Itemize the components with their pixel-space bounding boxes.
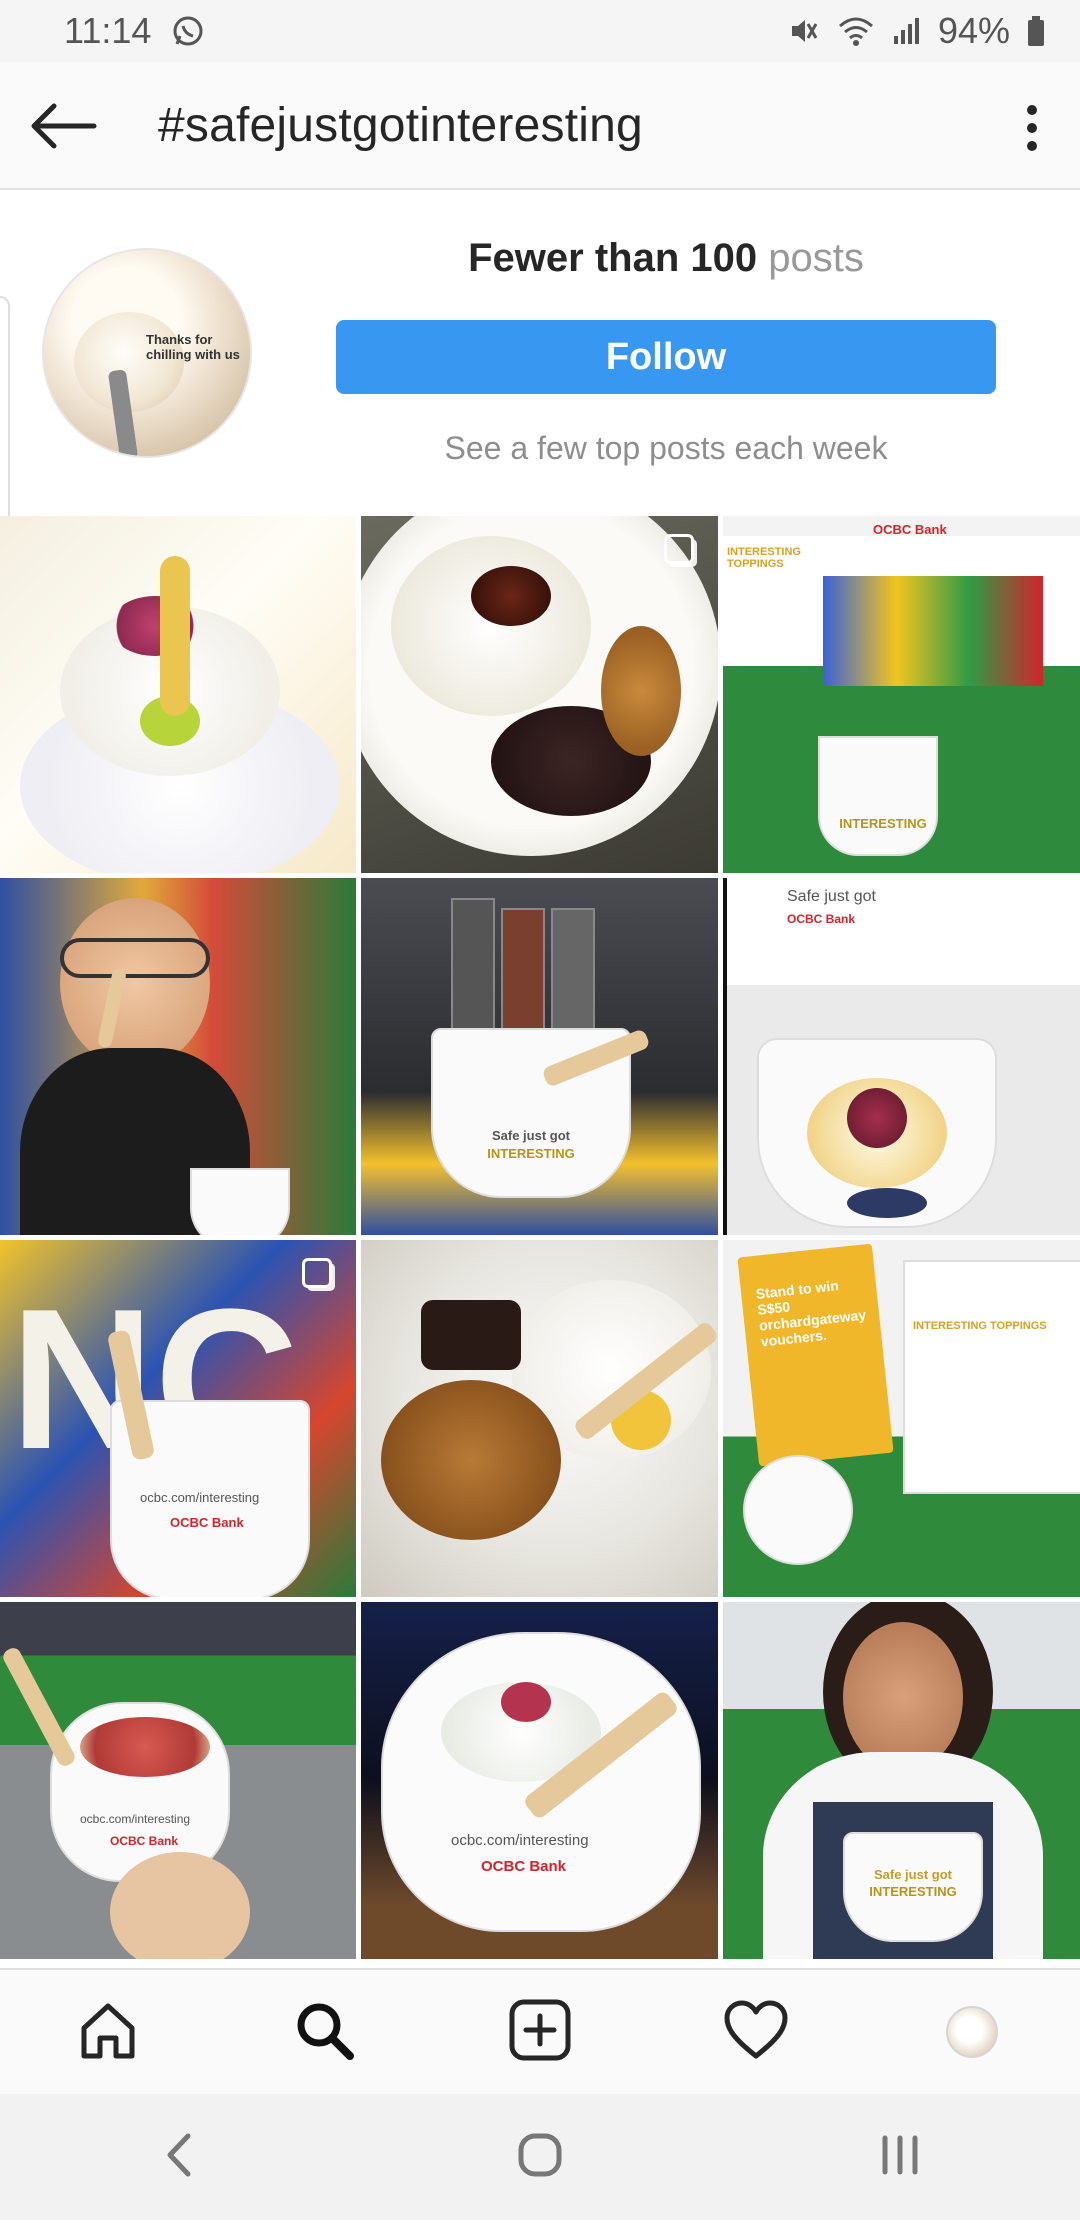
grid-post-2[interactable] [361, 516, 718, 873]
cup-label-safe: Safe just got [491, 1128, 570, 1143]
cup-url: ocbc.com/interesting [451, 1832, 589, 1849]
post-grid: INTERESTING TOPPINGS OCBC Bank INTERESTI… [0, 516, 1080, 1968]
posts-word: posts [768, 236, 864, 280]
grid-post-11[interactable]: ocbc.com/interesting OCBC Bank [361, 1602, 718, 1959]
promo-sign [737, 1243, 894, 1467]
bottom-nav [0, 1968, 1080, 2094]
hashtag-avatar[interactable]: Thanks for chilling with us [42, 248, 252, 458]
cup-url: ocbc.com/interesting [80, 1812, 191, 1826]
booth-sign: INTERESTING TOPPINGS [727, 546, 801, 570]
toppings [80, 1717, 210, 1777]
cup-label-safe: Safe just got [787, 888, 876, 905]
grid-post-10[interactable]: ocbc.com/interesting OCBC Bank [0, 1602, 356, 1959]
grid-post-4[interactable] [0, 878, 356, 1235]
woman-face [843, 1622, 963, 1772]
cherries [471, 566, 551, 626]
edge-strip [0, 296, 10, 516]
back-arrow-icon[interactable] [28, 96, 98, 156]
glasses [60, 938, 210, 978]
ice-cream-cup [818, 736, 938, 856]
profile-avatar [946, 2006, 998, 2058]
blueberries [847, 1188, 927, 1218]
child-face [60, 898, 210, 1068]
ice-cream-cup [190, 1168, 290, 1235]
bank-logo: OCBC Bank [170, 1515, 244, 1530]
grid-post-9[interactable]: Stand to win S$50 orchardgateway voucher… [723, 1240, 1080, 1597]
ice-cream-cup [381, 1632, 701, 1932]
wifi-icon [836, 14, 876, 48]
grid-post-12[interactable]: Safe just got INTERESTING [723, 1602, 1080, 1959]
promo-sign-text: Stand to win S$50 orchardgateway voucher… [754, 1277, 867, 1350]
more-vertical-icon[interactable] [1022, 98, 1042, 158]
cup-url: ocbc.com/interesting [140, 1490, 260, 1505]
status-time: 11:14 [64, 10, 152, 51]
wooden-spoon [0, 1645, 78, 1769]
booth-sign: INTERESTING TOPPINGS [913, 1320, 1047, 1332]
avatar-caption: Thanks for chilling with us [146, 332, 240, 362]
dispenser [451, 898, 495, 1042]
bank-logo: OCBC Bank [787, 912, 856, 926]
grid-post-7[interactable]: NC ocbc.com/interesting OCBC Bank [0, 1240, 356, 1597]
multiple-photos-icon [302, 1258, 332, 1288]
caramel-drizzle [160, 556, 190, 716]
hand [110, 1852, 250, 1959]
top-posts-hint: See a few top posts each week [444, 430, 888, 466]
nav-profile[interactable] [864, 1970, 1080, 2094]
grid-post-1[interactable] [0, 516, 356, 873]
follow-button[interactable]: Follow [336, 320, 996, 394]
booth-board [903, 1260, 1080, 1494]
system-recents-button[interactable] [720, 2130, 1080, 2185]
top-app-bar: #safejustgotinteresting [0, 62, 1080, 190]
grid-post-5[interactable]: Safe just got INTERESTING [361, 878, 718, 1235]
cup-label-safe: Safe just got [873, 1867, 952, 1882]
brown-sugar-crumble [381, 1380, 561, 1540]
battery-icon [1026, 14, 1046, 48]
ice-cream-scoop [391, 536, 591, 716]
nav-add-post[interactable] [432, 1970, 648, 2094]
cup-label-interesting: INTERESTING [869, 1884, 957, 1899]
multiple-photos-icon [664, 534, 694, 564]
hashtag-header: Thanks for chilling with us Fewer than 1… [0, 190, 1080, 516]
rose-petals [847, 1088, 907, 1148]
nav-search[interactable] [216, 1970, 432, 2094]
posts-count: Fewer than 100 posts [336, 236, 996, 281]
cup-label-interesting: INTERESTING [487, 1146, 575, 1161]
back-chevron-icon [160, 2130, 200, 2185]
rose-petals [501, 1682, 551, 1722]
hashtag-title: #safejustgotinteresting [158, 99, 643, 152]
posts-count-label: Fewer than 100 [468, 236, 758, 280]
whatsapp-icon [171, 14, 205, 48]
activity-heart-icon [723, 2000, 789, 2065]
mute-icon [786, 14, 820, 48]
home-circle-icon [515, 2130, 565, 2185]
status-bar: 11:14 94% [0, 0, 1080, 62]
nav-activity[interactable] [648, 1970, 864, 2094]
system-nav-bar [0, 2094, 1080, 2220]
ice-cream-cup [743, 1455, 853, 1565]
cup-label: INTERESTING [839, 816, 927, 831]
booth-counter [823, 576, 1043, 686]
battery-percent: 94% [937, 10, 1010, 51]
grid-post-8[interactable] [361, 1240, 718, 1597]
grid-post-6[interactable]: Safe just got OCBC Bank [723, 878, 1080, 1235]
system-back-button[interactable] [0, 2130, 360, 2185]
bank-logo: OCBC Bank [110, 1834, 179, 1848]
fried-dough [601, 626, 681, 756]
home-icon [76, 1998, 140, 2067]
nav-home[interactable] [0, 1970, 216, 2094]
bank-logo: OCBC Bank [873, 522, 947, 537]
search-icon [292, 1998, 356, 2067]
chocolate-pieces [421, 1300, 521, 1370]
signal-icon [892, 14, 922, 48]
recents-icon [875, 2130, 925, 2185]
grid-post-3[interactable]: INTERESTING TOPPINGS OCBC Bank INTERESTI… [723, 516, 1080, 873]
system-home-button[interactable] [360, 2130, 720, 2185]
bank-logo: OCBC Bank [481, 1858, 567, 1875]
add-post-icon [508, 1998, 572, 2067]
